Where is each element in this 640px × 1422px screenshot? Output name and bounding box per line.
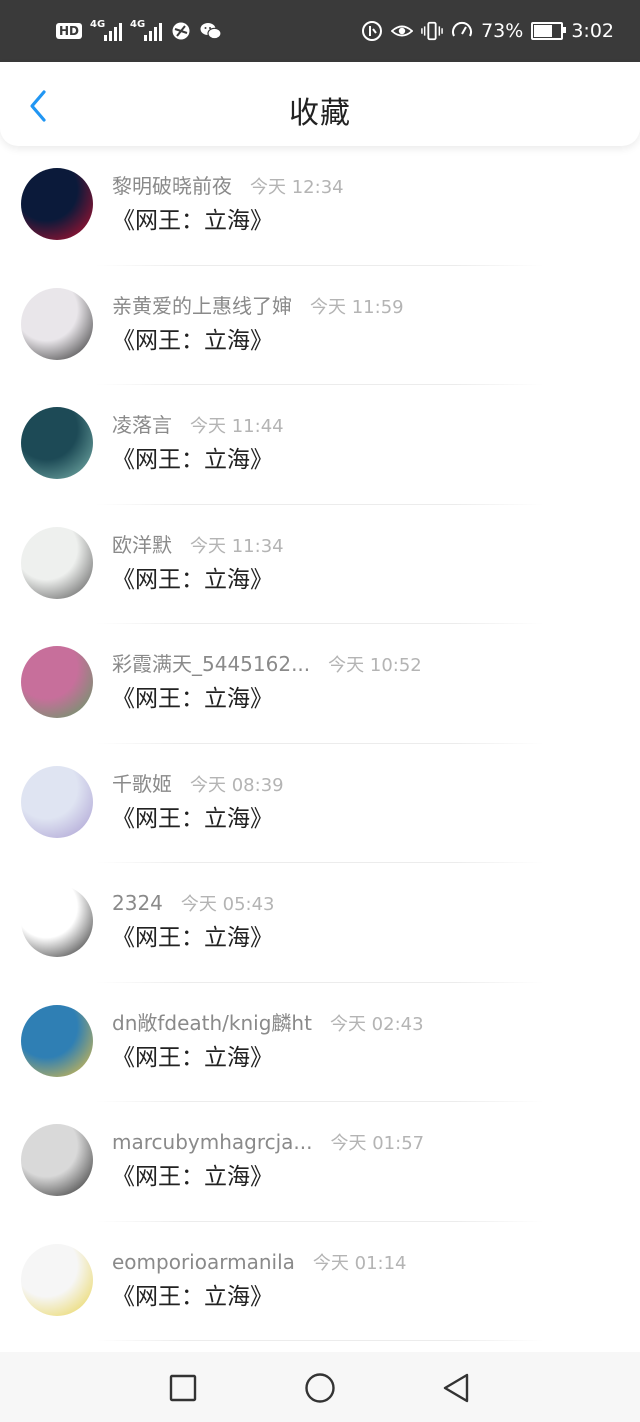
- avatar[interactable]: [21, 526, 93, 599]
- name-line: marcubymhagrcja... 今天 01:57: [112, 1129, 424, 1157]
- book-title[interactable]: 《网王：立海》: [112, 1282, 273, 1312]
- status-right: 73% 3:02: [361, 18, 614, 44]
- book-title[interactable]: 《网王：立海》: [112, 1162, 273, 1192]
- battery-icon: [531, 22, 567, 40]
- speed-icon: [451, 20, 473, 42]
- user-name[interactable]: marcubymhagrcja...: [112, 1129, 313, 1155]
- vpn-icon: [170, 20, 192, 42]
- avatar[interactable]: [21, 407, 93, 479]
- avatar[interactable]: [21, 765, 93, 838]
- home-button[interactable]: [302, 1370, 338, 1406]
- avatar[interactable]: [21, 1243, 93, 1316]
- list-item[interactable]: 亲黄爱的上惠线了婶 今天 11:59 《网王：立海》: [0, 266, 640, 385]
- list-item[interactable]: 千歌姬 今天 08:39 《网王：立海》: [0, 744, 640, 863]
- timestamp: 今天 01:14: [312, 1252, 407, 1274]
- timestamp: 今天 10:52: [328, 655, 422, 676]
- app-header: 收藏: [0, 62, 640, 146]
- user-name[interactable]: 亲黄爱的上惠线了婶: [112, 293, 292, 319]
- name-line: 欧洋默 今天 11:34: [112, 532, 284, 560]
- book-title[interactable]: 《网王：立海》: [112, 804, 273, 834]
- user-name[interactable]: 彩霞满天_5445162...: [112, 651, 310, 677]
- signal-icon: 4G: [90, 19, 123, 41]
- data-saver-icon: [361, 20, 383, 42]
- avatar[interactable]: [21, 1124, 93, 1196]
- user-name[interactable]: 黎明破晓前夜: [112, 173, 232, 199]
- system-nav-bar: [0, 1352, 640, 1422]
- square-recent-icon: [169, 1374, 197, 1402]
- timestamp: 今天 11:59: [310, 296, 404, 318]
- back-nav-button[interactable]: [438, 1370, 474, 1406]
- user-name[interactable]: 千歌姬: [112, 771, 172, 797]
- user-name[interactable]: 2324: [112, 890, 163, 916]
- status-left: HD 4G 4G: [56, 18, 222, 44]
- user-name[interactable]: eomporioarmanila: [112, 1249, 295, 1275]
- user-name[interactable]: 欧洋默: [112, 532, 172, 558]
- name-line: 亲黄爱的上惠线了婶 今天 11:59: [112, 293, 404, 321]
- list-item[interactable]: 凌落言 今天 11:44 《网王：立海》: [0, 385, 640, 505]
- eye-comfort-icon: [391, 20, 414, 42]
- book-title[interactable]: 《网王：立海》: [112, 445, 273, 475]
- name-line: dn敞fdeath/knig麟ht 今天 02:43: [112, 1010, 424, 1038]
- list-item[interactable]: 欧洋默 今天 11:34 《网王：立海》: [0, 505, 640, 624]
- book-title[interactable]: 《网王：立海》: [112, 923, 273, 953]
- circle-home-icon: [305, 1373, 335, 1403]
- user-name[interactable]: dn敞fdeath/knig麟ht: [112, 1010, 312, 1036]
- list-item[interactable]: 黎明破晓前夜 今天 12:34 《网王：立海》: [0, 146, 640, 266]
- timestamp: 今天 11:44: [190, 416, 284, 437]
- list-item[interactable]: eomporioarmanila 今天 01:14 《网王：立海》: [0, 1222, 640, 1341]
- hd-icon: HD: [56, 23, 83, 39]
- name-line: eomporioarmanila 今天 01:14: [112, 1249, 407, 1277]
- network-type-label: 4G: [90, 19, 106, 30]
- timestamp: 今天 02:43: [329, 1013, 424, 1035]
- name-line: 彩霞满天_5445162... 今天 10:52: [112, 651, 422, 679]
- avatar[interactable]: [21, 1004, 93, 1077]
- divider: [96, 1340, 544, 1341]
- clock: 3:02: [571, 20, 614, 42]
- list-item[interactable]: 2324 今天 05:43 《网王：立海》: [0, 863, 640, 983]
- book-title[interactable]: 《网王：立海》: [112, 565, 273, 595]
- list-item[interactable]: dn敞fdeath/knig麟ht 今天 02:43 《网王：立海》: [0, 983, 640, 1102]
- timestamp: 今天 12:34: [250, 177, 344, 198]
- name-line: 黎明破晓前夜 今天 12:34: [112, 173, 344, 201]
- name-line: 千歌姬 今天 08:39: [112, 771, 284, 799]
- timestamp: 今天 01:57: [330, 1133, 425, 1154]
- user-name[interactable]: 凌落言: [112, 412, 172, 438]
- vibrate-icon: [421, 20, 443, 42]
- network-type-label: 4G: [130, 19, 146, 30]
- name-line: 凌落言 今天 11:44: [112, 412, 284, 440]
- status-bar: HD 4G 4G 73% 3:02: [0, 0, 640, 62]
- list-item[interactable]: 彩霞满天_5445162... 今天 10:52 《网王：立海》: [0, 624, 640, 744]
- signal-icon: 4G: [130, 19, 163, 41]
- page-title: 收藏: [289, 96, 351, 131]
- battery-percent: 73%: [481, 20, 524, 42]
- timestamp: 今天 11:34: [190, 535, 284, 557]
- avatar[interactable]: [21, 885, 93, 957]
- avatar[interactable]: [21, 287, 93, 360]
- book-title[interactable]: 《网王：立海》: [112, 326, 273, 356]
- book-title[interactable]: 《网王：立海》: [112, 684, 273, 714]
- name-line: 2324 今天 05:43: [112, 890, 275, 918]
- favorites-list: 黎明破晓前夜 今天 12:34 《网王：立海》 亲黄爱的上惠线了婶 今天 11:59 《网…: [0, 146, 640, 1341]
- wechat-icon: [200, 20, 222, 42]
- list-item[interactable]: marcubymhagrcja... 今天 01:57 《网王：立海》: [0, 1102, 640, 1222]
- avatar[interactable]: [21, 646, 93, 718]
- avatar[interactable]: [21, 168, 93, 240]
- recent-apps-button[interactable]: [165, 1370, 201, 1406]
- timestamp: 今天 05:43: [180, 894, 275, 915]
- book-title[interactable]: 《网王：立海》: [112, 206, 273, 236]
- timestamp: 今天 08:39: [190, 774, 284, 796]
- book-title[interactable]: 《网王：立海》: [112, 1043, 273, 1073]
- triangle-back-icon: [443, 1373, 469, 1403]
